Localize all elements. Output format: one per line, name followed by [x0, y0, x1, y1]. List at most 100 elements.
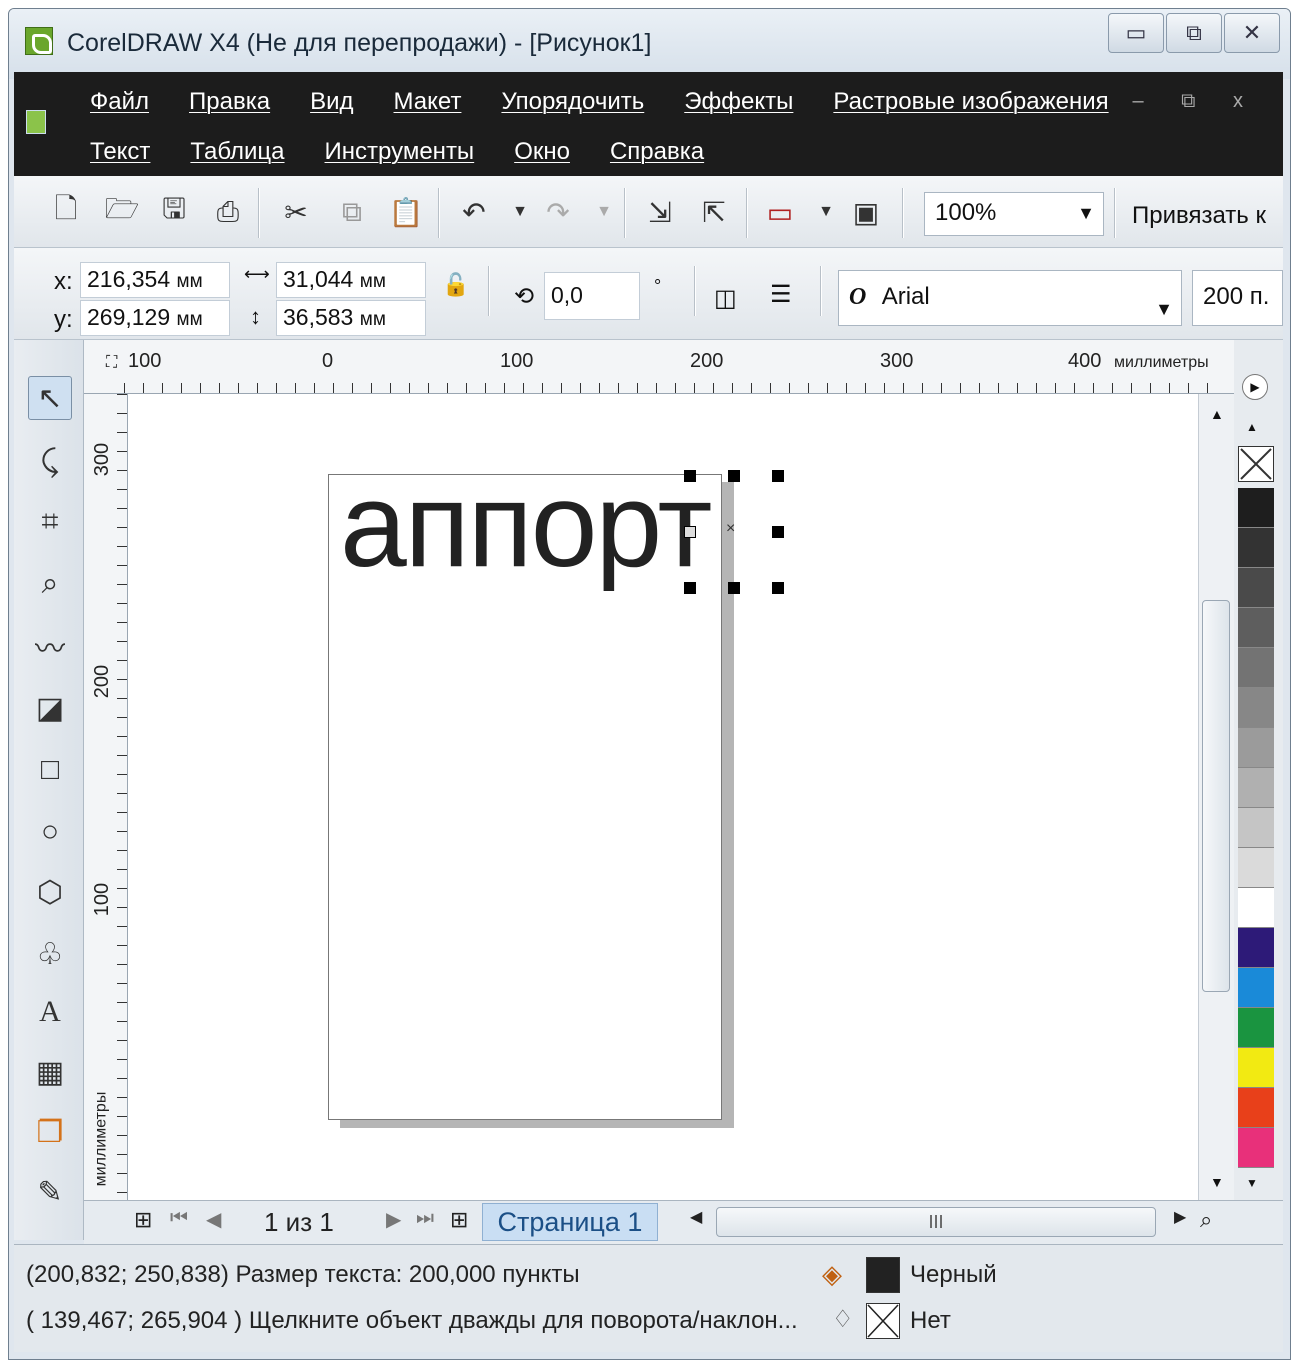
selection-handle[interactable]: [772, 526, 784, 538]
font-family-combo[interactable]: O Arial ▼: [838, 270, 1182, 326]
menu-layout[interactable]: Макет: [394, 88, 462, 116]
cut-icon[interactable]: ✂: [280, 196, 312, 228]
menu-text[interactable]: Текст: [90, 138, 150, 166]
application-launcher-icon[interactable]: ▭: [764, 196, 796, 228]
vertical-scroll-thumb[interactable]: [1202, 600, 1230, 992]
menu-file[interactable]: Файл: [90, 88, 149, 116]
rectangle-tool-icon[interactable]: □: [28, 748, 72, 792]
save-icon[interactable]: 🖫: [158, 193, 190, 228]
redo-icon[interactable]: ↷: [542, 196, 574, 228]
fill-color-swatch[interactable]: [866, 1257, 900, 1293]
zoom-tool-icon[interactable]: ⌕: [28, 562, 72, 606]
eyedropper-tool-icon[interactable]: ✎: [28, 1170, 72, 1214]
scroll-right-icon[interactable]: ▶: [1174, 1207, 1186, 1227]
color-swatch[interactable]: [1238, 688, 1274, 728]
menu-table[interactable]: Таблица: [190, 138, 284, 166]
object-height-field[interactable]: 36,583 мм: [276, 300, 426, 336]
drawing-canvas[interactable]: аппорт ×: [128, 394, 1198, 1200]
color-swatch[interactable]: [1238, 648, 1274, 688]
smart-fill-tool-icon[interactable]: ◪: [28, 686, 72, 730]
selection-handle[interactable]: [728, 582, 740, 594]
crop-tool-icon[interactable]: ⌗: [28, 500, 72, 544]
palette-scroll-down-icon[interactable]: ▼: [1246, 1176, 1258, 1190]
color-swatch[interactable]: [1238, 928, 1274, 968]
menu-arrange[interactable]: Упорядочить: [501, 88, 644, 116]
export-icon[interactable]: ⇱: [698, 196, 730, 228]
selection-handle[interactable]: [684, 582, 696, 594]
zoom-level-combo[interactable]: 100% ▼: [924, 192, 1104, 236]
open-folder-icon[interactable]: 🗁: [105, 193, 140, 228]
color-swatch[interactable]: [1238, 568, 1274, 608]
print-icon[interactable]: ⎙: [212, 196, 244, 228]
color-swatch[interactable]: [1238, 1008, 1274, 1048]
color-swatch[interactable]: [1238, 488, 1274, 528]
color-swatch[interactable]: [1238, 608, 1274, 648]
zoom-navigator-icon[interactable]: ⌕: [1200, 1207, 1212, 1233]
mirror-horizontal-icon[interactable]: ◫: [714, 284, 737, 313]
color-swatch[interactable]: [1238, 968, 1274, 1008]
selection-handle[interactable]: [728, 470, 740, 482]
undo-icon[interactable]: ↶: [458, 196, 490, 228]
align-text-icon[interactable]: ☰: [770, 280, 792, 309]
previous-page-icon[interactable]: ◀: [206, 1207, 221, 1232]
palette-scroll-up-icon[interactable]: ▲: [1246, 420, 1258, 434]
color-swatch[interactable]: [1238, 1088, 1274, 1128]
color-swatch[interactable]: [1238, 528, 1274, 568]
color-swatch[interactable]: [1238, 808, 1274, 848]
object-width-field[interactable]: 31,044 мм: [276, 262, 426, 298]
x-position-field[interactable]: 216,354 мм: [80, 262, 230, 298]
new-document-icon[interactable]: 🗋: [50, 193, 82, 228]
color-swatch[interactable]: [1238, 848, 1274, 888]
scroll-up-icon[interactable]: ▲: [1210, 406, 1224, 422]
menu-help[interactable]: Справка: [610, 138, 704, 166]
basic-shapes-tool-icon[interactable]: ♧: [28, 932, 72, 976]
polygon-tool-icon[interactable]: ⬡: [28, 870, 72, 914]
last-page-icon[interactable]: ⏭: [416, 1207, 434, 1230]
maximize-button[interactable]: ⧉: [1166, 13, 1222, 53]
selection-handle[interactable]: [684, 526, 696, 538]
no-color-swatch-icon[interactable]: [1238, 446, 1274, 482]
text-tool-icon[interactable]: A: [28, 990, 72, 1034]
palette-menu-icon[interactable]: ▶: [1242, 374, 1268, 400]
selection-handle[interactable]: [772, 582, 784, 594]
page-tab[interactable]: Страница 1: [482, 1203, 658, 1241]
scroll-left-icon[interactable]: ◀: [690, 1207, 702, 1227]
color-swatch[interactable]: [1238, 888, 1274, 928]
color-swatch[interactable]: [1238, 1128, 1274, 1168]
document-window-controls[interactable]: – ⧉ x: [1132, 90, 1259, 113]
font-size-combo[interactable]: 200 п.: [1192, 270, 1283, 326]
menu-tools[interactable]: Инструменты: [325, 138, 475, 166]
close-button[interactable]: ✕: [1224, 13, 1280, 53]
first-page-icon[interactable]: ⏮: [170, 1207, 188, 1230]
color-swatch[interactable]: [1238, 1048, 1274, 1088]
redo-dropdown-icon[interactable]: ▼: [588, 196, 620, 228]
lock-ratio-icon[interactable]: 🔓: [442, 272, 469, 298]
welcome-screen-icon[interactable]: ▣: [850, 196, 882, 228]
pick-tool-icon[interactable]: ↖: [28, 376, 72, 420]
rotation-angle-field[interactable]: 0,0: [544, 272, 640, 320]
next-page-icon[interactable]: ▶: [386, 1207, 401, 1232]
selection-handle[interactable]: [772, 470, 784, 482]
add-page-after-icon[interactable]: ⊞: [450, 1207, 468, 1233]
interactive-blend-tool-icon[interactable]: ❐: [28, 1110, 72, 1154]
ruler-origin-icon[interactable]: ⛶: [106, 354, 117, 372]
menu-view[interactable]: Вид: [310, 88, 353, 116]
vertical-scrollbar[interactable]: ▲ ▼: [1198, 394, 1234, 1200]
freehand-tool-icon[interactable]: 〰: [28, 624, 72, 668]
ellipse-tool-icon[interactable]: ○: [28, 810, 72, 854]
paste-icon[interactable]: 📋: [389, 196, 424, 228]
menu-effects[interactable]: Эффекты: [684, 88, 793, 116]
y-position-field[interactable]: 269,129 мм: [80, 300, 230, 336]
minimize-button[interactable]: ▭: [1108, 13, 1164, 53]
import-icon[interactable]: ⇲: [644, 196, 676, 228]
horizontal-scrollbar-thumb[interactable]: III: [716, 1207, 1156, 1237]
shape-tool-icon[interactable]: ⤹: [28, 440, 72, 484]
undo-dropdown-icon[interactable]: ▼: [504, 196, 536, 228]
add-page-before-icon[interactable]: ⊞: [134, 1207, 152, 1233]
artistic-text-object[interactable]: аппорт: [340, 456, 712, 594]
color-swatch[interactable]: [1238, 768, 1274, 808]
copy-icon[interactable]: ⧉: [336, 196, 368, 228]
menu-edit[interactable]: Правка: [189, 88, 270, 116]
selection-handle[interactable]: [684, 470, 696, 482]
launcher-dropdown-icon[interactable]: ▼: [810, 196, 842, 228]
